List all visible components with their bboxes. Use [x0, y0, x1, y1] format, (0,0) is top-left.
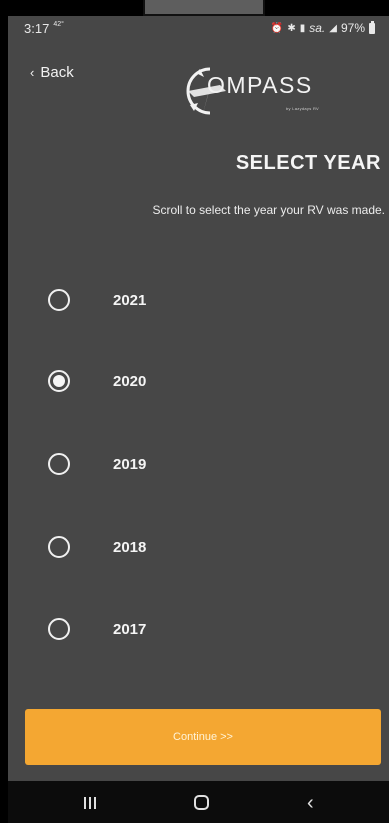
status-time: 3:17 42° [24, 21, 64, 36]
back-icon[interactable]: ‹ [307, 792, 314, 815]
radio-button-selected[interactable] [48, 370, 70, 392]
continue-label: Continue >> [173, 731, 233, 743]
year-label: 2021 [113, 291, 147, 309]
battery-percent: 97% [340, 21, 365, 35]
home-icon[interactable] [194, 795, 209, 810]
year-option-2019[interactable]: 2019 [48, 444, 368, 484]
radio-button[interactable] [48, 536, 70, 558]
battery-icon [369, 20, 375, 34]
network-text: sa. [309, 21, 326, 35]
radio-button[interactable] [48, 618, 70, 640]
chevron-left-icon: ‹ [30, 65, 35, 80]
page-title: SELECT YEAR [235, 152, 381, 174]
year-option-2018[interactable]: 2018 [48, 527, 368, 567]
continue-button[interactable]: Continue >> [25, 709, 381, 765]
radio-button[interactable] [48, 289, 70, 311]
year-label: 2020 [113, 372, 147, 390]
camera-notch [143, 0, 265, 16]
status-temp: 42° [53, 21, 64, 28]
signal-icon: ▮ [299, 22, 306, 34]
radio-button[interactable] [48, 453, 70, 475]
year-option-2017[interactable]: 2017 [48, 609, 368, 649]
year-option-2020[interactable]: 2020 [48, 361, 368, 401]
year-option-2021[interactable]: 2021 [48, 280, 368, 320]
back-button[interactable]: ‹ Back [30, 64, 74, 81]
year-label: 2019 [113, 455, 147, 473]
back-label: Back [40, 64, 74, 81]
status-time-text: 3:17 [24, 21, 50, 36]
logo-text: OMPASS [207, 72, 313, 98]
alarm-icon: ⏰ [270, 22, 284, 34]
logo-subtext: by Lazydays RV [286, 106, 320, 111]
status-icons: ⏰ ✱ ▮ sa. ◢ 97% [270, 20, 375, 35]
page-subtitle: Scroll to select the year your RV was ma… [152, 203, 385, 217]
year-label: 2017 [113, 620, 147, 638]
recents-icon[interactable] [84, 797, 96, 809]
year-label: 2018 [113, 538, 147, 556]
signal-bars-icon: ◢ [329, 22, 337, 34]
bluetooth-icon: ✱ [287, 22, 296, 34]
